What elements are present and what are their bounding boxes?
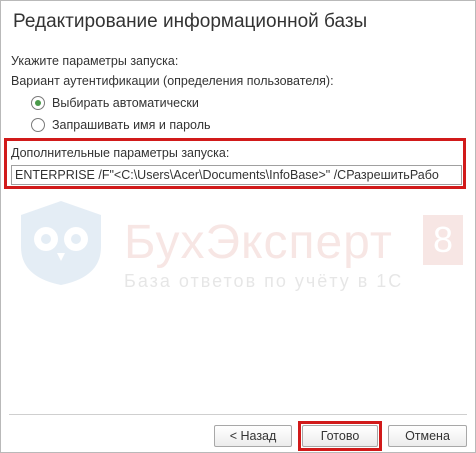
radio-auto-select-label: Выбирать автоматически <box>52 96 199 110</box>
cancel-button[interactable]: Отмена <box>388 425 467 447</box>
radio-ask-credentials-label: Запрашивать имя и пароль <box>52 118 211 132</box>
radio-ask-credentials[interactable]: Запрашивать имя и пароль <box>31 118 211 132</box>
auth-variant-label: Вариант аутентификации (определения поль… <box>11 74 334 88</box>
watermark-brand: БухЭксперт <box>124 216 393 269</box>
startup-params-label: Укажите параметры запуска: <box>11 54 179 68</box>
extra-params-label: Дополнительные параметры запуска: <box>11 146 230 160</box>
watermark-badge: 8 <box>423 215 463 265</box>
radio-selected-icon[interactable] <box>31 96 45 110</box>
extra-params-input[interactable]: ENTERPRISE /F"<C:\Users\Acer\Documents\I… <box>11 165 462 185</box>
radio-unselected-icon[interactable] <box>31 118 45 132</box>
back-button[interactable]: < Назад <box>214 425 292 447</box>
dialog-title: Редактирование информационной базы <box>13 11 368 32</box>
watermark-tagline: База ответов по учёту в 1С <box>124 271 404 291</box>
ok-highlight-frame <box>298 421 382 451</box>
infobase-edit-dialog: Редактирование информационной базы Укажи… <box>0 0 476 453</box>
footer-divider <box>9 414 467 415</box>
owl-logo-icon <box>21 201 101 285</box>
radio-auto-select[interactable]: Выбирать автоматически <box>31 96 199 110</box>
